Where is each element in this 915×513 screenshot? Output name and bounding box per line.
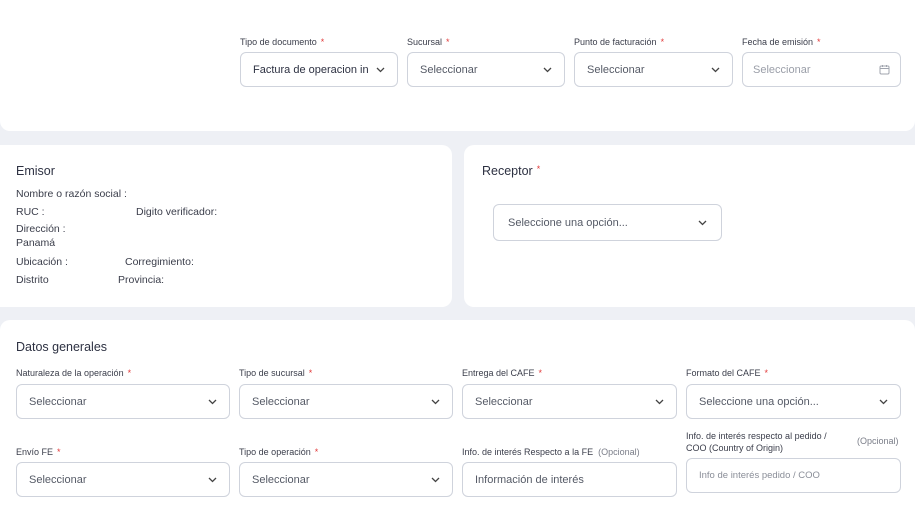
direccion-value: Panamá (16, 237, 56, 249)
datos-generales-card: Datos generales Naturaleza de la operaci… (0, 320, 915, 513)
tipo-sucursal-label: Tipo de sucursal * (239, 368, 313, 378)
emisor-card: Emisor Nombre o razón social : RUC : Dig… (0, 145, 452, 307)
naturaleza-operacion-value: Seleccionar (29, 395, 87, 408)
fecha-emision-label: Fecha de emisión * (742, 37, 821, 47)
info-fe-label: Info. de interés Respecto a la FE (Opcion… (462, 447, 640, 457)
receptor-select[interactable]: Seleccione una opción... (493, 204, 722, 241)
info-pedido-label: Info. de interés respecto al pedido / CO… (686, 431, 827, 453)
chevron-down-icon (878, 397, 888, 407)
fecha-emision-input[interactable]: Seleccionar (742, 52, 901, 87)
info-pedido-input[interactable]: Info de interés pedido / COO (686, 458, 901, 493)
tipo-documento-value: Factura de operacion in (253, 63, 369, 76)
info-fe-placeholder: Información de interés (475, 473, 584, 486)
tipo-operacion-value: Seleccionar (252, 473, 310, 486)
chevron-down-icon (654, 397, 664, 407)
envio-fe-label: Envío FE * (16, 447, 61, 457)
receptor-title: Receptor * (482, 164, 541, 178)
sucursal-label: Sucursal * (407, 37, 450, 47)
naturaleza-operacion-select[interactable]: Seleccionar (16, 384, 230, 419)
chevron-down-icon (207, 475, 217, 485)
fecha-emision-value: Seleccionar (753, 63, 811, 76)
chevron-down-icon (697, 218, 707, 228)
corregimiento-label: Corregimiento: (125, 256, 194, 268)
tipo-operacion-label: Tipo de operación * (239, 447, 319, 457)
digito-verificador-label: Digito verificador: (136, 206, 218, 218)
info-pedido-optional: (Opcional) (857, 436, 899, 446)
chevron-down-icon (710, 65, 720, 75)
naturaleza-operacion-label: Naturaleza de la operación * (16, 368, 132, 378)
entrega-cafe-label: Entrega del CAFE * (462, 368, 543, 378)
tipo-documento-label: Tipo de documento * (240, 37, 325, 47)
formato-cafe-value: Seleccione una opción... (699, 395, 819, 408)
punto-facturacion-value: Seleccionar (587, 63, 645, 76)
tipo-sucursal-value: Seleccionar (252, 395, 310, 408)
receptor-card: Receptor * Seleccione una opción... (464, 145, 915, 307)
tipo-documento-select[interactable]: Factura de operacion in (240, 52, 398, 87)
entrega-cafe-value: Seleccionar (475, 395, 533, 408)
direccion-label: Dirección : (16, 223, 66, 235)
receptor-value: Seleccione una opción... (508, 216, 628, 229)
distrito-label: Distrito (16, 274, 49, 286)
chevron-down-icon (430, 397, 440, 407)
document-header-card: Tipo de documento * Factura de operacion … (0, 0, 915, 131)
emisor-title: Emisor (16, 164, 55, 178)
punto-facturacion-select[interactable]: Seleccionar (574, 52, 733, 87)
sucursal-select[interactable]: Seleccionar (407, 52, 565, 87)
formato-cafe-select[interactable]: Seleccione una opción... (686, 384, 901, 419)
info-fe-input[interactable]: Información de interés (462, 462, 677, 497)
nombre-razon-social-label: Nombre o razón social : (16, 188, 127, 200)
envio-fe-value: Seleccionar (29, 473, 87, 486)
chevron-down-icon (207, 397, 217, 407)
datos-generales-title: Datos generales (16, 340, 108, 354)
sucursal-value: Seleccionar (420, 63, 478, 76)
formato-cafe-label: Formato del CAFE * (686, 368, 769, 378)
chevron-down-icon (430, 475, 440, 485)
ruc-label: RUC : (16, 206, 45, 218)
chevron-down-icon (375, 65, 385, 75)
calendar-icon[interactable] (879, 64, 890, 75)
provincia-label: Provincia: (118, 274, 165, 286)
tipo-operacion-select[interactable]: Seleccionar (239, 462, 453, 497)
tipo-sucursal-select[interactable]: Seleccionar (239, 384, 453, 419)
punto-facturacion-label: Punto de facturación * (574, 37, 665, 47)
ubicacion-label: Ubicación : (16, 256, 68, 268)
entrega-cafe-select[interactable]: Seleccionar (462, 384, 677, 419)
info-pedido-placeholder: Info de interés pedido / COO (699, 470, 820, 481)
chevron-down-icon (542, 65, 552, 75)
envio-fe-select[interactable]: Seleccionar (16, 462, 230, 497)
